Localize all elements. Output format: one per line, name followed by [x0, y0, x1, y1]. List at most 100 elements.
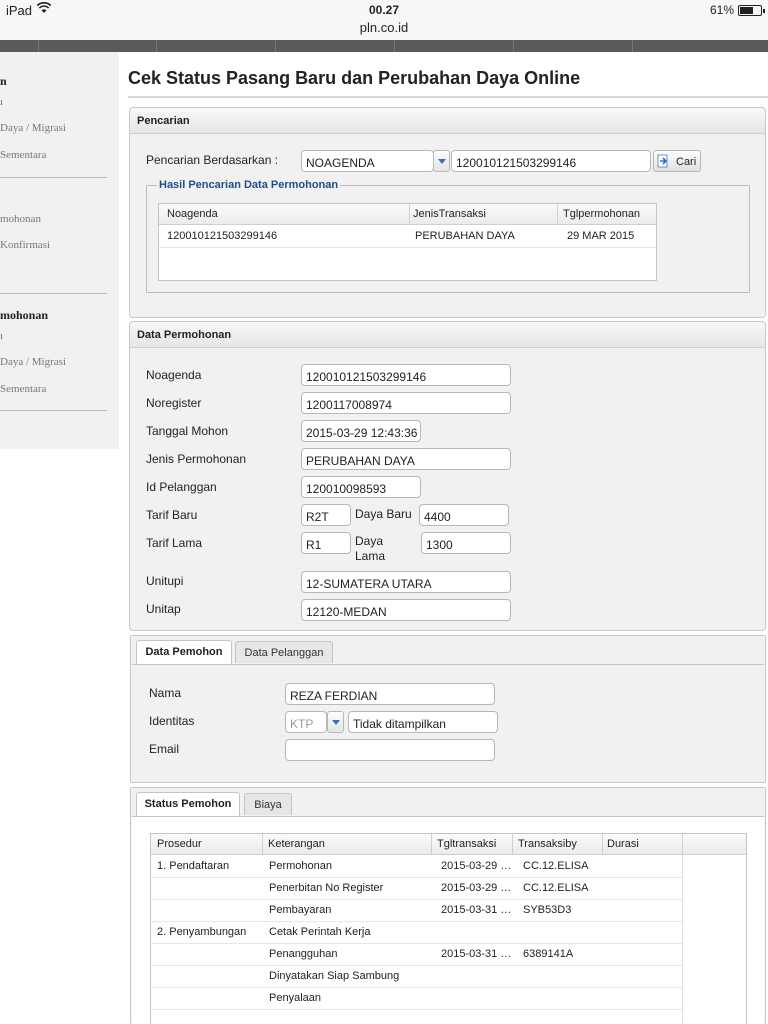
column-header[interactable]: Tgltransaksi [437, 838, 496, 850]
id-pelanggan-label: Id Pelanggan [146, 480, 217, 494]
email-field[interactable] [285, 739, 495, 761]
row-divider [151, 987, 682, 988]
unitupi-field[interactable]: 12-SUMATERA UTARA [301, 571, 511, 593]
nav-separator [275, 40, 276, 52]
row-divider [151, 1009, 682, 1010]
cell-tgltransaksi: 2015-03-29 … [441, 882, 512, 894]
column-divider [557, 204, 558, 225]
results-table: Noagenda JenisTransaksi Tglpermohonan 12… [158, 203, 657, 281]
nama-field[interactable]: REZA FERDIAN [285, 683, 495, 705]
battery-icon [738, 5, 765, 16]
tarif-baru-field[interactable]: R2T [301, 504, 351, 526]
battery-percent: 61% [710, 3, 735, 17]
cell-keterangan: Permohonan [269, 860, 332, 872]
search-doc-icon [657, 154, 671, 169]
noagenda-label: Noagenda [146, 368, 202, 382]
cell-noagenda: 120010121503299146 [167, 230, 278, 242]
cell-keterangan: Cetak Perintah Kerja [269, 926, 371, 938]
search-type-select[interactable]: NOAGENDA [301, 150, 434, 172]
row-divider [151, 877, 682, 878]
tab-biaya[interactable]: Biaya [244, 793, 292, 815]
status-bar: iPad 00.27 pln.co.id 61% [0, 0, 768, 40]
column-divider [262, 834, 263, 855]
tab-data-pemohon[interactable]: Data Pemohon [136, 640, 232, 664]
search-button-label: Cari [676, 156, 697, 168]
cell-prosedur: 2. Penyambungan [157, 926, 247, 938]
chevron-down-icon[interactable] [433, 150, 450, 172]
cell-keterangan: Penerbitan No Register [269, 882, 384, 894]
chevron-down-icon[interactable] [327, 711, 344, 733]
column-header[interactable]: Tglpermohonan [563, 208, 640, 220]
column-divider [682, 834, 683, 855]
cell-keterangan: Penyalaan [269, 992, 321, 1004]
daya-baru-field[interactable]: 4400 [419, 504, 509, 526]
clock: 00.27 [368, 3, 400, 17]
cell-tgltransaksi: 2015-03-29 … [441, 860, 512, 872]
sidebar-item[interactable]: ı [0, 96, 3, 108]
sidebar-divider [0, 410, 107, 411]
top-navbar[interactable] [0, 40, 768, 52]
panel-header: Pencarian [130, 108, 765, 134]
tanggal-mohon-label: Tanggal Mohon [146, 424, 229, 438]
row-divider [151, 943, 682, 944]
column-divider [512, 834, 513, 855]
cell-tgltransaksi: 2015-03-31 … [441, 948, 512, 960]
noregister-field[interactable]: 1200117008974 [301, 392, 511, 414]
column-header[interactable]: Keterangan [268, 838, 325, 850]
search-input[interactable]: 120010121503299146 [451, 150, 651, 172]
nav-separator [394, 40, 395, 52]
identitas-field[interactable]: Tidak ditampilkan [348, 711, 498, 733]
column-divider [431, 834, 432, 855]
nav-separator [632, 40, 633, 52]
sidebar-item[interactable]: Sementara [0, 383, 46, 395]
nav-separator [513, 40, 514, 52]
nama-label: Nama [149, 686, 182, 700]
status-panel: Status Pemohon Biaya Prosedur Keterangan… [130, 787, 766, 1024]
search-button[interactable]: Cari [653, 150, 701, 172]
cell-keterangan: Penangguhan [269, 948, 338, 960]
sidebar-heading: mohonan [0, 308, 49, 322]
cell-transaksiby: 6389141A [523, 948, 574, 960]
cell-transaksiby: CC.12.ELISA [523, 860, 589, 872]
table-header: Prosedur Keterangan Tgltransaksi Transak… [151, 834, 746, 855]
url-bar[interactable]: pln.co.id [0, 20, 768, 35]
jenis-permohonan-field[interactable]: PERUBAHAN DAYA [301, 448, 511, 470]
sidebar-item[interactable]: ı [0, 330, 3, 342]
column-header[interactable]: Prosedur [157, 838, 202, 850]
tarif-lama-field[interactable]: R1 [301, 532, 351, 554]
column-header[interactable]: JenisTransaksi [413, 208, 486, 220]
search-by-label: Pencarian Berdasarkan : [146, 153, 279, 167]
column-divider [602, 834, 603, 855]
cell-transaksiby: SYB53D3 [523, 904, 572, 916]
cell-prosedur: 1. Pendaftaran [157, 860, 230, 872]
tab-data-pelanggan[interactable]: Data Pelanggan [235, 641, 333, 663]
identitas-type-select[interactable]: KTP [285, 711, 327, 733]
cell-jenis: PERUBAHAN DAYA [415, 230, 515, 242]
tab-status-pemohon[interactable]: Status Pemohon [136, 792, 240, 816]
unitupi-label: Unitupi [146, 574, 184, 588]
sidebar-item[interactable]: Sementara [0, 149, 46, 161]
data-permohonan-panel: Data Permohonan Noagenda 120010121503299… [129, 321, 766, 631]
nav-separator [156, 40, 157, 52]
row-divider [159, 247, 656, 248]
noagenda-field[interactable]: 120010121503299146 [301, 364, 511, 386]
sidebar-divider [0, 177, 107, 178]
pencarian-panel: Pencarian Pencarian Berdasarkan : NOAGEN… [129, 107, 766, 318]
unitap-field[interactable]: 12120-MEDAN [301, 599, 511, 621]
sidebar-item[interactable]: mohonan [0, 213, 41, 225]
sidebar-item[interactable]: Daya / Migrasi [0, 122, 66, 134]
column-header[interactable]: Noagenda [167, 208, 218, 220]
cell-tgltransaksi: 2015-03-31 … [441, 904, 512, 916]
sidebar-item[interactable]: Konfirmasi [0, 239, 50, 251]
pemohon-panel: Data Pemohon Data Pelanggan Nama REZA FE… [130, 635, 766, 783]
column-header[interactable]: Durasi [607, 838, 639, 850]
jenis-permohonan-label: Jenis Permohonan [146, 452, 247, 466]
results-legend: Hasil Pencarian Data Permohonan [157, 179, 341, 191]
sidebar-item[interactable]: Daya / Migrasi [0, 356, 66, 368]
column-header[interactable]: Transaksiby [518, 838, 577, 850]
tanggal-mohon-field[interactable]: 2015-03-29 12:43:36 [301, 420, 421, 442]
id-pelanggan-field[interactable]: 120010098593 [301, 476, 421, 498]
row-divider [151, 899, 682, 900]
daya-lama-field[interactable]: 1300 [421, 532, 511, 554]
panel-header: Data Permohonan [130, 322, 765, 348]
